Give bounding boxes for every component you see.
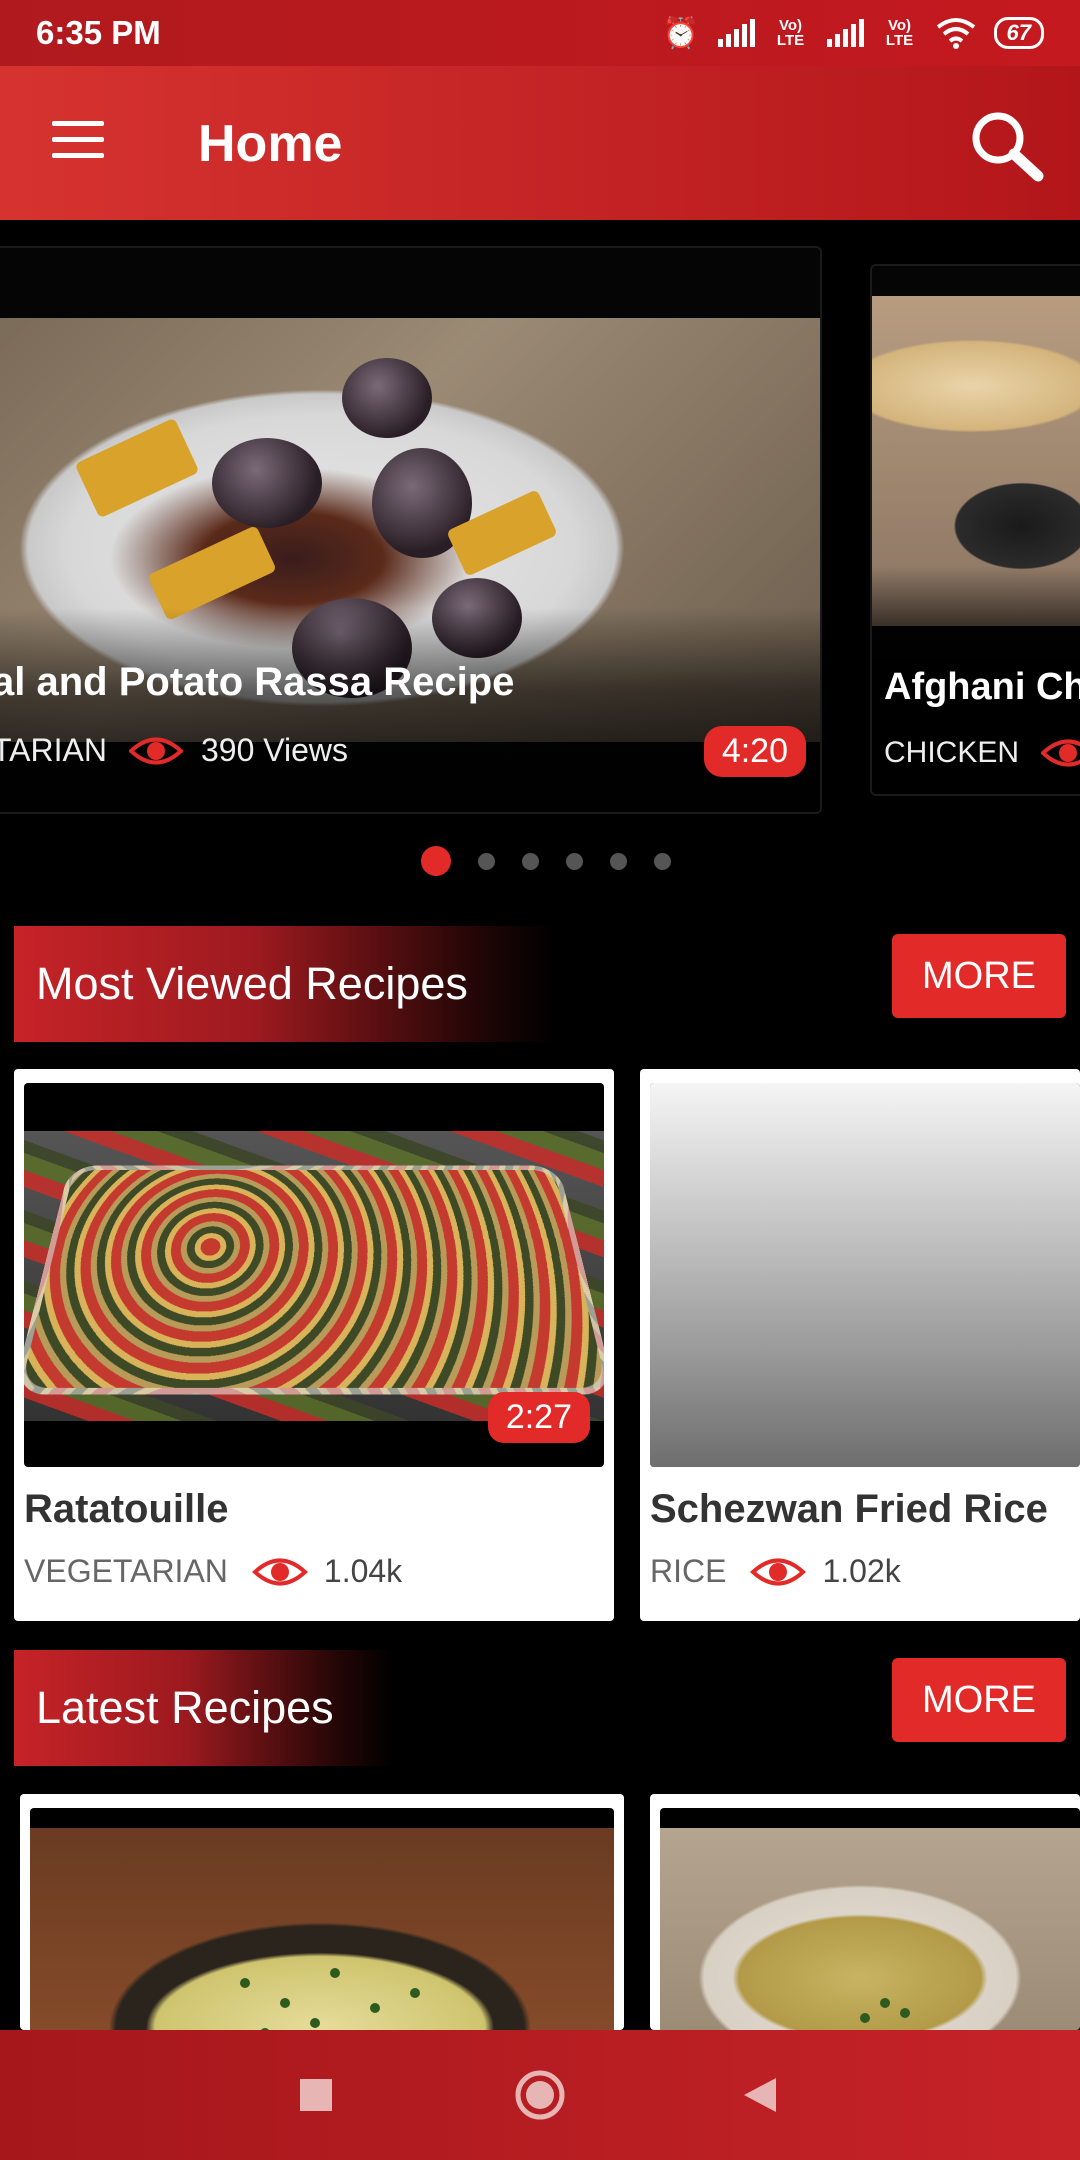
signal-icon-2 xyxy=(826,19,864,47)
carousel-dot[interactable] xyxy=(654,853,671,870)
section-title: Most Viewed Recipes xyxy=(36,958,468,1009)
system-nav-bar xyxy=(0,2030,1080,2160)
wifi-icon xyxy=(936,18,975,49)
volte-label-2: Vo) LTE xyxy=(885,17,914,49)
slide-title: al and Potato Rassa Recipe xyxy=(0,660,515,704)
recipe-card[interactable]: 2:27 Ratatouille VEGETARIAN 1.04k xyxy=(14,1069,614,1621)
recipe-card[interactable] xyxy=(20,1794,624,2030)
recipe-thumbnail: 2:27 xyxy=(24,1083,604,1467)
more-button[interactable]: MORE xyxy=(892,934,1066,1018)
recipe-thumbnail xyxy=(660,1808,1080,2030)
hamburger-menu-icon[interactable] xyxy=(52,121,104,161)
search-icon[interactable] xyxy=(966,106,1046,186)
dish-image xyxy=(24,1165,604,1395)
status-icons: ⏰ Vo) LTE Vo) LTE 67 xyxy=(662,16,1044,51)
card-category: RICE xyxy=(650,1553,727,1589)
eye-icon xyxy=(1041,739,1080,767)
card-views: 1.02k xyxy=(822,1553,901,1589)
card-meta: RICE 1.02k xyxy=(650,1553,901,1590)
slide-title: Afghani Ch xyxy=(884,666,1080,708)
recipe-thumbnail xyxy=(650,1083,1080,1467)
slide-category: TARIAN xyxy=(0,732,107,768)
eye-icon xyxy=(128,737,183,764)
slide-meta: TARIAN 390 Views xyxy=(0,732,348,769)
eye-icon xyxy=(251,1558,308,1585)
back-button[interactable] xyxy=(700,2030,820,2160)
recipe-card[interactable] xyxy=(650,1794,1080,2030)
recents-button[interactable] xyxy=(256,2030,376,2160)
recipe-image xyxy=(660,1828,1080,2030)
card-title: Schezwan Fried Rice xyxy=(650,1487,1048,1531)
carousel-dot-active[interactable] xyxy=(421,846,451,876)
slide-category: CHICKEN xyxy=(884,736,1020,769)
app-bar: Home xyxy=(0,66,1080,220)
card-category: VEGETARIAN xyxy=(24,1553,228,1589)
section-title-banner: Latest Recipes xyxy=(14,1650,394,1766)
signal-icon xyxy=(717,19,755,47)
featured-carousel[interactable]: al and Potato Rassa Recipe TARIAN 390 Vi… xyxy=(0,246,1080,816)
home-icon xyxy=(515,2070,565,2120)
volte-label-1: Vo) LTE xyxy=(776,17,805,49)
carousel-slide-next[interactable]: Afghani Ch CHICKEN xyxy=(870,264,1080,796)
card-title: Ratatouille xyxy=(24,1487,229,1531)
most-viewed-header: Most Viewed Recipes MORE xyxy=(14,926,1066,1042)
back-icon xyxy=(744,2078,776,2112)
carousel-slide[interactable]: al and Potato Rassa Recipe TARIAN 390 Vi… xyxy=(0,246,822,814)
status-bar: 6:35 PM ⏰ Vo) LTE Vo) LTE 67 xyxy=(0,0,1080,66)
carousel-dot[interactable] xyxy=(522,853,539,870)
battery-icon: 67 xyxy=(993,17,1044,49)
duration-badge: 4:20 xyxy=(703,726,806,777)
slide-meta: CHICKEN xyxy=(884,736,1080,770)
slide-views: 390 Views xyxy=(200,732,349,768)
slide-overlay xyxy=(0,608,820,812)
duration-badge: 2:27 xyxy=(487,1392,590,1443)
section-title-banner: Most Viewed Recipes xyxy=(14,926,554,1042)
card-meta: VEGETARIAN 1.04k xyxy=(24,1553,402,1590)
carousel-dot[interactable] xyxy=(478,853,495,870)
page-title: Home xyxy=(198,115,343,173)
status-time: 6:35 PM xyxy=(36,14,161,51)
carousel-dot[interactable] xyxy=(566,853,583,870)
recents-icon xyxy=(300,2079,332,2111)
carousel-dot[interactable] xyxy=(610,853,627,870)
recipe-thumbnail xyxy=(30,1808,614,2030)
more-button[interactable]: MORE xyxy=(892,1658,1066,1742)
card-views: 1.04k xyxy=(323,1553,403,1589)
latest-header: Latest Recipes MORE xyxy=(14,1650,1066,1766)
carousel-indicator xyxy=(0,846,1080,876)
home-button[interactable] xyxy=(480,2030,600,2160)
alarm-icon: ⏰ xyxy=(662,16,700,50)
recipe-card[interactable]: Schezwan Fried Rice RICE 1.02k xyxy=(640,1069,1080,1621)
recipe-image xyxy=(650,1083,1080,1467)
section-title: Latest Recipes xyxy=(36,1682,334,1733)
eye-icon xyxy=(750,1558,807,1585)
recipe-image xyxy=(30,1828,614,2030)
